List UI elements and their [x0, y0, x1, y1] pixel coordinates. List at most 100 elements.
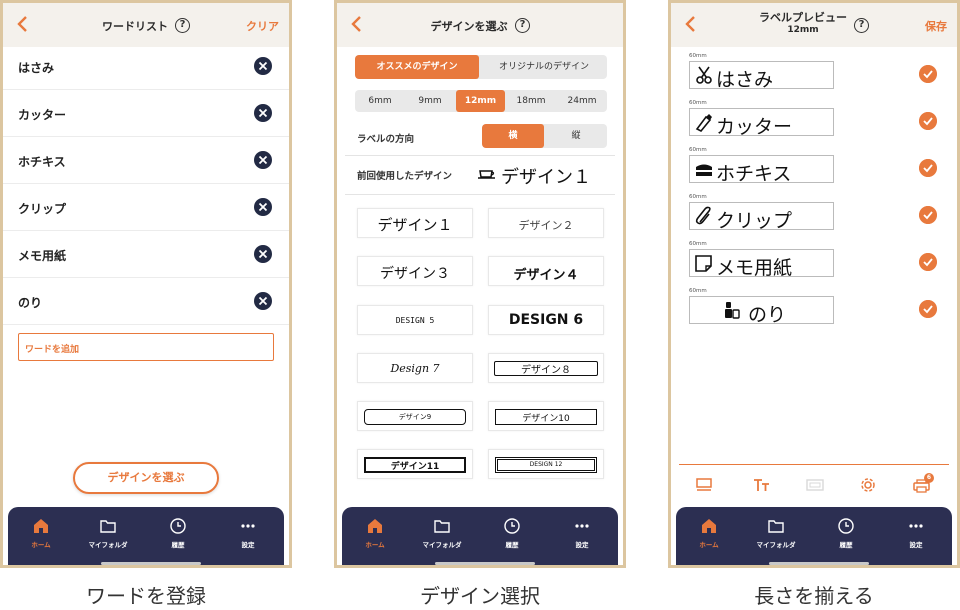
- clear-button[interactable]: クリア: [246, 18, 279, 34]
- tape-width-selector: 6mm 9mm 12mm 18mm 24mm: [355, 90, 607, 112]
- tab-history[interactable]: 履歴: [148, 517, 208, 549]
- tab-my-folder[interactable]: マイフォルダ: [78, 517, 138, 549]
- choose-design-button[interactable]: デザインを選ぶ: [73, 462, 219, 494]
- check-icon[interactable]: [919, 65, 937, 83]
- tab-label: マイフォルダ: [422, 541, 462, 549]
- gear-icon[interactable]: [859, 477, 877, 493]
- header: ラベルプレビュー 12mm ? 保存: [671, 3, 957, 47]
- direction-vertical[interactable]: 縦: [545, 124, 607, 148]
- last-used-design-name: デザイン１: [501, 167, 591, 188]
- frame-icon: [806, 479, 824, 491]
- tab-label: マイフォルダ: [756, 541, 796, 549]
- design-card[interactable]: デザイン３: [357, 256, 473, 286]
- check-icon[interactable]: [919, 159, 937, 177]
- label-length: 60mm: [689, 147, 707, 153]
- folder-icon: [768, 520, 784, 533]
- clock-icon: [838, 518, 854, 534]
- label-length: 60mm: [689, 241, 707, 247]
- delete-icon[interactable]: [254, 104, 272, 122]
- label-preview[interactable]: はさみ: [689, 61, 834, 91]
- tab-home[interactable]: ホーム: [345, 517, 405, 549]
- header: デザインを選ぶ ?: [337, 3, 623, 47]
- width-option[interactable]: 24mm: [557, 90, 607, 112]
- design-card[interactable]: DESIGN 6: [488, 305, 604, 335]
- delete-icon[interactable]: [254, 292, 272, 310]
- title-text: ラベルプレビュー: [759, 11, 847, 24]
- label-length: 60mm: [689, 194, 707, 200]
- help-icon[interactable]: ?: [854, 18, 869, 33]
- label-text: のり: [748, 304, 787, 326]
- label-length: 60mm: [689, 100, 707, 106]
- paperclip-icon: [695, 206, 711, 225]
- design-card[interactable]: DESIGN 5: [357, 305, 473, 335]
- coffee-cup-icon: [478, 170, 495, 179]
- check-icon[interactable]: [919, 300, 937, 318]
- more-icon: [575, 524, 589, 528]
- design-card[interactable]: デザイン10: [488, 401, 604, 431]
- check-icon[interactable]: [919, 206, 937, 224]
- width-option[interactable]: 9mm: [405, 90, 455, 112]
- design-card[interactable]: デザイン２: [488, 208, 604, 238]
- tab-settings[interactable]: 設定: [218, 517, 278, 549]
- width-option[interactable]: 18mm: [506, 90, 556, 112]
- tab-label: 設定: [241, 541, 255, 549]
- tab-recommended-designs[interactable]: オススメのデザイン: [355, 55, 479, 79]
- tab-my-folder[interactable]: マイフォルダ: [412, 517, 472, 549]
- word-row: クリップ: [3, 184, 289, 231]
- width-option[interactable]: 6mm: [355, 90, 405, 112]
- cutter-icon: [695, 114, 712, 132]
- label-preview-row: 60mm ホチキス: [671, 143, 957, 190]
- divider: [345, 155, 615, 156]
- direction-horizontal[interactable]: 横: [482, 124, 544, 148]
- label-preview[interactable]: カッター: [689, 108, 834, 138]
- layout-icon[interactable]: [695, 477, 713, 493]
- word-row: カッター: [3, 90, 289, 137]
- label-preview[interactable]: のり: [689, 296, 834, 326]
- divider: [345, 194, 615, 195]
- tab-home[interactable]: ホーム: [11, 517, 71, 549]
- last-used-design[interactable]: デザイン１: [477, 161, 617, 188]
- design-card[interactable]: デザイン9: [357, 401, 473, 431]
- delete-icon[interactable]: [254, 198, 272, 216]
- folder-icon: [100, 520, 116, 533]
- tab-original-designs[interactable]: オリジナルのデザイン: [481, 55, 607, 79]
- label-preview[interactable]: ホチキス: [689, 155, 834, 185]
- tab-history[interactable]: 履歴: [482, 517, 542, 549]
- label-preview[interactable]: メモ用紙: [689, 249, 834, 279]
- word-row: ホチキス: [3, 137, 289, 184]
- delete-icon[interactable]: [254, 57, 272, 75]
- add-word-input[interactable]: ワードを追加: [18, 333, 274, 361]
- tab-settings[interactable]: 設定: [886, 517, 946, 549]
- memo-icon: [695, 255, 712, 272]
- save-button[interactable]: 保存: [925, 18, 947, 34]
- label-preview[interactable]: クリップ: [689, 202, 834, 232]
- tab-settings[interactable]: 設定: [552, 517, 612, 549]
- design-card[interactable]: DESIGN 12: [488, 449, 604, 479]
- word-label: メモ用紙: [18, 249, 67, 263]
- label-length: 60mm: [689, 53, 707, 59]
- tab-home[interactable]: ホーム: [679, 517, 739, 549]
- delete-icon[interactable]: [254, 245, 272, 263]
- text-size-icon[interactable]: [753, 477, 771, 493]
- design-card[interactable]: デザイン１: [357, 208, 473, 238]
- design-card[interactable]: デザイン11: [357, 449, 473, 479]
- check-icon[interactable]: [919, 112, 937, 130]
- delete-icon[interactable]: [254, 151, 272, 169]
- design-card[interactable]: デザイン４: [488, 256, 604, 286]
- tab-my-folder[interactable]: マイフォルダ: [746, 517, 806, 549]
- label-length: 60mm: [689, 288, 707, 294]
- label-preview-row: 60mm はさみ: [671, 49, 957, 96]
- help-icon[interactable]: ?: [175, 18, 190, 33]
- label-text: カッター: [716, 116, 793, 138]
- word-row: はさみ: [3, 43, 289, 90]
- help-icon[interactable]: ?: [515, 18, 530, 33]
- design-card[interactable]: デザイン８: [488, 353, 604, 383]
- width-option-selected[interactable]: 12mm: [456, 90, 505, 112]
- word-label: ホチキス: [18, 155, 66, 169]
- check-icon[interactable]: [919, 253, 937, 271]
- tab-history[interactable]: 履歴: [816, 517, 876, 549]
- label-text: クリップ: [716, 210, 793, 232]
- word-row: メモ用紙: [3, 231, 289, 278]
- design-card[interactable]: Design 7: [357, 353, 473, 383]
- printer-badge: 6: [924, 473, 934, 483]
